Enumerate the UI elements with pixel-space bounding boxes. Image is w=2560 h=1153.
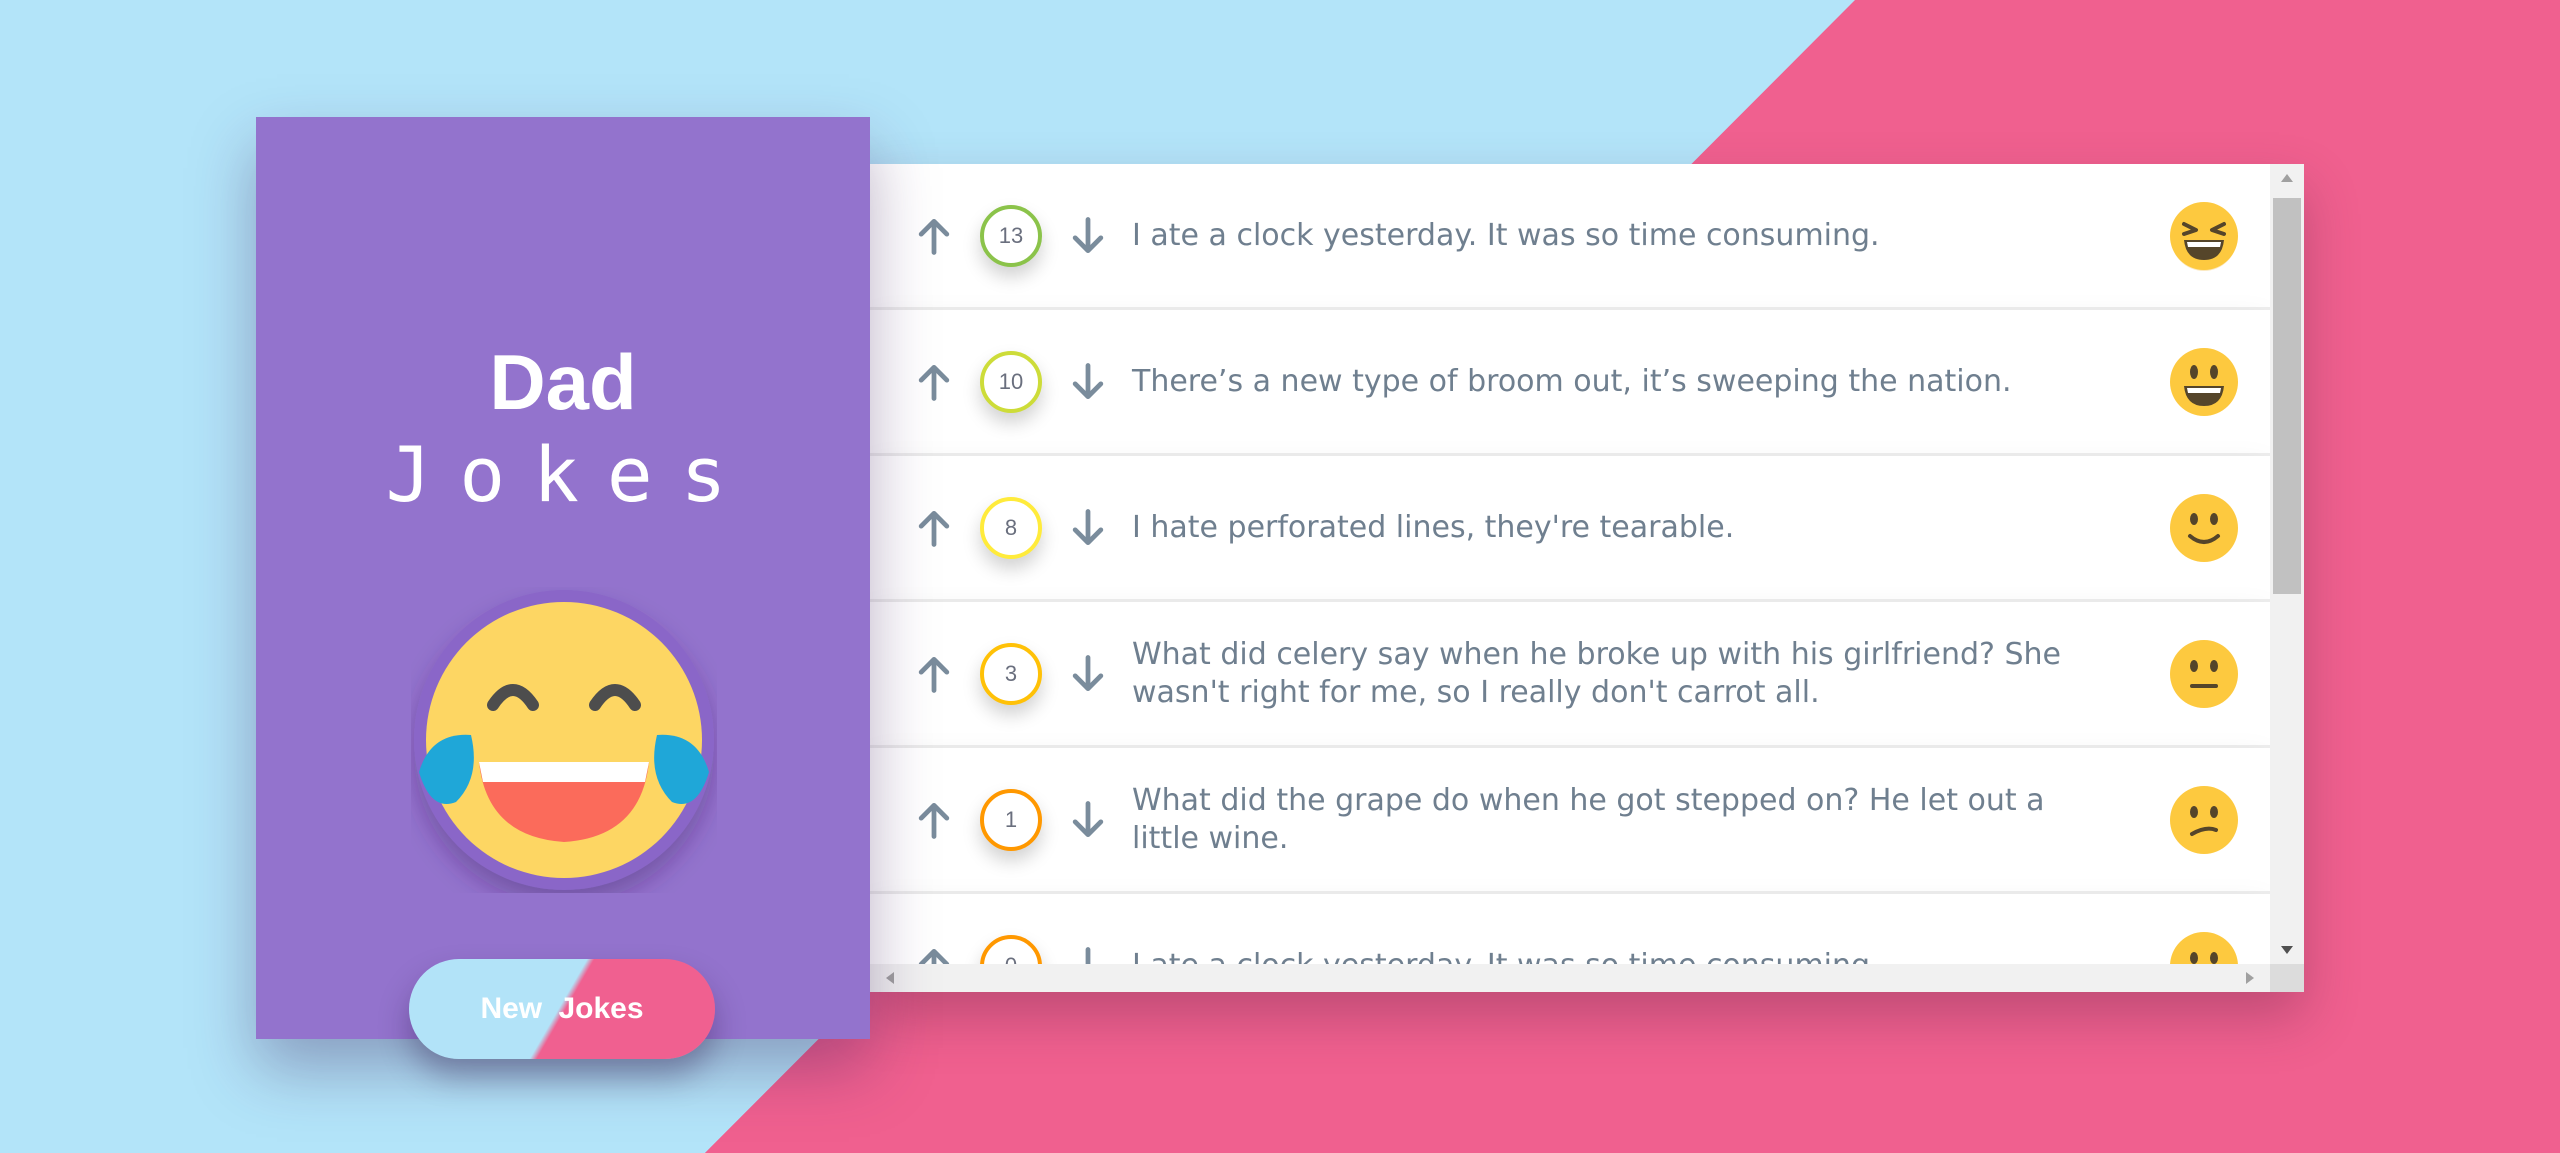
new-jokes-button[interactable]: New Jokes xyxy=(409,959,715,1059)
joke-text: I hate perforated lines, they're tearabl… xyxy=(1132,509,1735,545)
downvote-arrow-icon[interactable] xyxy=(1066,214,1110,258)
confused-face-icon xyxy=(2170,931,2238,964)
score-badge: 8 xyxy=(980,496,1042,559)
downvote-arrow-icon[interactable] xyxy=(1066,944,1110,965)
joke-text: I ate a clock yesterday. It was so time … xyxy=(1132,947,2168,965)
smiling-face-icon xyxy=(2170,493,2238,562)
joke-row: 0 I ate a clock yesterday. It was so tim… xyxy=(870,894,2270,964)
jokes-list[interactable]: 13 I ate a clock yesterday. It was so ti… xyxy=(870,164,2270,964)
scroll-left-icon[interactable] xyxy=(876,964,904,992)
neutral-face-icon xyxy=(2170,639,2238,708)
laughing-with-tears-icon xyxy=(414,590,714,890)
downvote-arrow-icon[interactable] xyxy=(1066,652,1110,696)
grinning-face-icon xyxy=(2170,347,2238,416)
title-jokes: Jokes xyxy=(385,430,755,519)
scroll-up-icon[interactable] xyxy=(2270,164,2304,192)
score-badge: 0 xyxy=(980,934,1042,964)
score-badge: 3 xyxy=(980,642,1042,705)
sidebar: Dad Jokes New Jokes xyxy=(256,117,870,1059)
score-badge: 13 xyxy=(980,204,1042,267)
vote-controls: 3 xyxy=(870,642,1132,705)
horizontal-scrollbar[interactable] xyxy=(870,964,2270,992)
title-dad: Dad xyxy=(489,338,637,426)
vertical-scrollbar[interactable] xyxy=(2270,164,2304,964)
joke-row: 3 What did celery say when he broke up w… xyxy=(870,602,2270,748)
confused-face-icon xyxy=(2170,785,2238,854)
jokes-panel: 13 I ate a clock yesterday. It was so ti… xyxy=(870,164,2304,992)
downvote-arrow-icon[interactable] xyxy=(1066,798,1110,842)
scroll-down-icon[interactable] xyxy=(2270,936,2304,964)
joke-text: What did the grape do when he got steppe… xyxy=(1132,782,2045,856)
upvote-arrow-icon[interactable] xyxy=(912,360,956,404)
downvote-arrow-icon[interactable] xyxy=(1066,360,1110,404)
score-badge: 1 xyxy=(980,788,1042,851)
score-badge: 10 xyxy=(980,350,1042,413)
vote-controls: 0 xyxy=(870,934,1132,965)
scrollbar-thumb[interactable] xyxy=(2273,198,2301,594)
joke-text: I ate a clock yesterday. It was so time … xyxy=(1132,217,1880,253)
upvote-arrow-icon[interactable] xyxy=(912,944,956,965)
scroll-right-icon[interactable] xyxy=(2236,964,2264,992)
vote-controls: 10 xyxy=(870,350,1132,413)
upvote-arrow-icon[interactable] xyxy=(912,506,956,550)
vote-controls: 8 xyxy=(870,496,1132,559)
joke-row: 10 There’s a new type of broom out, it’s… xyxy=(870,310,2270,456)
joke-row: 8 I hate perforated lines, they're teara… xyxy=(870,456,2270,602)
laughing-face-icon xyxy=(2170,201,2238,271)
vote-controls: 1 xyxy=(870,788,1132,851)
upvote-arrow-icon[interactable] xyxy=(912,214,956,258)
joke-row: 1 What did the grape do when he got step… xyxy=(870,748,2270,894)
vote-controls: 13 xyxy=(870,204,1132,267)
joke-row: 13 I ate a clock yesterday. It was so ti… xyxy=(870,164,2270,310)
upvote-arrow-icon[interactable] xyxy=(912,652,956,696)
upvote-arrow-icon[interactable] xyxy=(912,798,956,842)
scrollbar-corner xyxy=(2270,964,2304,992)
joke-text: What did celery say when he broke up wit… xyxy=(1132,636,2061,710)
joke-text: There’s a new type of broom out, it’s sw… xyxy=(1132,363,2012,399)
downvote-arrow-icon[interactable] xyxy=(1066,506,1110,550)
